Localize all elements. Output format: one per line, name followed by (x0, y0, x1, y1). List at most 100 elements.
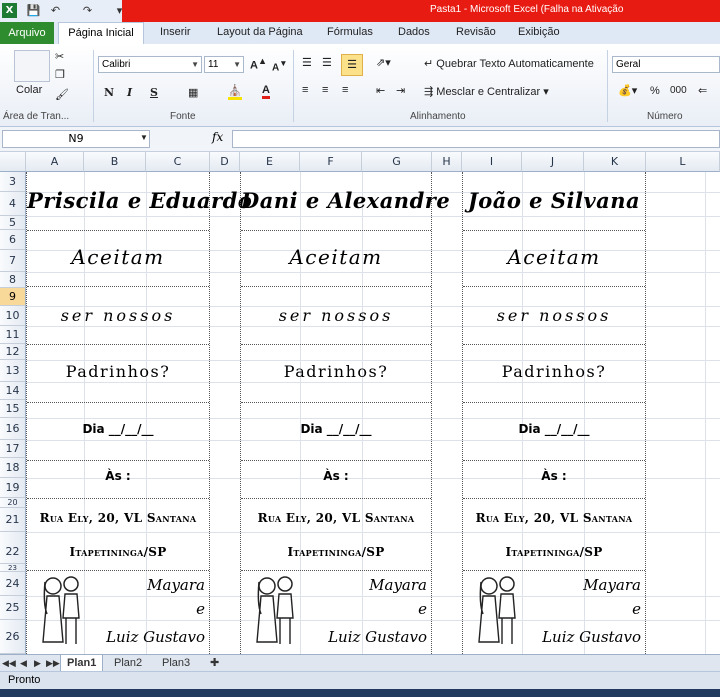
grow-font-icon[interactable]: A▲ (250, 56, 267, 72)
row-header[interactable]: 22 (0, 532, 26, 564)
row-header[interactable]: 4 (0, 192, 26, 216)
orientation-icon[interactable]: ⇗▾ (376, 56, 391, 69)
group-label-font: Fonte (170, 111, 196, 122)
increase-decimal-icon[interactable]: ⇐ (698, 84, 707, 97)
row-header[interactable]: 11 (0, 326, 26, 344)
column-header-l[interactable]: L (646, 152, 720, 172)
font-name-select[interactable]: Calibri ▼ (98, 56, 202, 73)
font-size-value: 11 (208, 59, 219, 70)
column-header-e[interactable]: E (240, 152, 300, 172)
number-format-select[interactable]: Geral (612, 56, 720, 73)
merge-center-button[interactable]: ⇶ Mesclar e Centralizar ▾ (424, 85, 549, 98)
spreadsheet-grid[interactable]: A B C D E F G H I J K L 3 4 5 6 7 8 9 10… (0, 152, 720, 654)
increase-indent-icon[interactable]: ⇥ (396, 84, 405, 97)
borders-icon[interactable]: ▦ (188, 86, 198, 99)
prev-sheet-icon[interactable]: ◀ (18, 655, 29, 671)
redo-icon[interactable]: ↷ (80, 3, 95, 18)
row-header[interactable]: 23 (0, 564, 26, 572)
row-header[interactable]: 24 (0, 572, 26, 596)
row-header[interactable]: 3 (0, 172, 26, 192)
row-header[interactable]: 8 (0, 272, 26, 288)
italic-button[interactable]: I (127, 86, 132, 99)
font-color-icon[interactable]: A (262, 84, 270, 99)
column-header-f[interactable]: F (300, 152, 362, 172)
invitation-card[interactable]: Dani e Alexandre Aceitam ser nossos Padr… (240, 172, 450, 654)
row-header[interactable]: 10 (0, 306, 26, 326)
paste-icon[interactable] (14, 50, 50, 82)
column-header-j[interactable]: J (522, 152, 584, 172)
save-icon[interactable]: 💾 (26, 3, 41, 18)
align-right-icon[interactable]: ≡ (342, 84, 348, 96)
sheet-tab-plan2[interactable]: Plan2 (108, 655, 148, 671)
invite-time: Às : (541, 469, 567, 483)
invitation-card[interactable]: Priscila e Eduardo Aceitam ser nossos Pa… (26, 172, 252, 654)
align-bottom-icon[interactable]: ☰ (341, 54, 363, 76)
row-header[interactable]: 14 (0, 382, 26, 400)
column-header-d[interactable]: D (210, 152, 240, 172)
insert-sheet-icon[interactable]: ✚ (204, 655, 225, 671)
column-header-b[interactable]: B (84, 152, 146, 172)
invitation-card[interactable]: João e Silvana Aceitam ser nossos Padrin… (462, 172, 646, 654)
currency-icon[interactable]: 💰▾ (618, 84, 637, 97)
first-sheet-icon[interactable]: ◀◀ (0, 655, 18, 671)
decrease-indent-icon[interactable]: ⇤ (376, 84, 385, 97)
wrap-text-button[interactable]: ↵ Quebrar Texto Automaticamente (424, 57, 594, 70)
bold-button[interactable]: N (104, 86, 114, 99)
font-size-select[interactable]: 11 ▼ (204, 56, 244, 73)
tab-dados[interactable]: Dados (398, 26, 430, 38)
couple-illustration (256, 576, 294, 644)
row-header[interactable]: 21 (0, 508, 26, 532)
row-header[interactable]: 15 (0, 400, 26, 418)
column-header-k[interactable]: K (584, 152, 646, 172)
row-header[interactable]: 17 (0, 440, 26, 458)
copy-icon[interactable]: ❐ (55, 68, 65, 81)
tab-inserir[interactable]: Inserir (160, 26, 191, 38)
chevron-down-icon[interactable]: ▼ (140, 133, 148, 142)
window-title: Pasta1 - Microsoft Excel (Falha na Ativa… (430, 4, 624, 15)
align-left-icon[interactable]: ≡ (302, 84, 308, 96)
percent-button[interactable]: % (650, 85, 660, 97)
format-painter-icon[interactable]: 🖌 (55, 88, 69, 101)
thousands-button[interactable]: 000 (670, 85, 687, 96)
paste-button[interactable]: Colar (16, 84, 42, 96)
row-header[interactable]: 12 (0, 344, 26, 360)
cut-icon[interactable]: ✂ (55, 50, 64, 63)
row-header[interactable]: 16 (0, 418, 26, 440)
row-header[interactable]: 19 (0, 478, 26, 498)
sheet-tab-plan1[interactable]: Plan1 (60, 655, 104, 672)
row-header[interactable]: 5 (0, 216, 26, 230)
align-middle-icon[interactable]: ☰ (322, 56, 332, 69)
fill-color-icon[interactable]: ⛪ (228, 84, 242, 100)
name-box[interactable]: N9 (2, 130, 150, 148)
row-header-selected[interactable]: 9 (0, 288, 26, 306)
row-header[interactable]: 26 (0, 620, 26, 654)
row-header[interactable]: 6 (0, 230, 26, 250)
align-center-icon[interactable]: ≡ (322, 84, 328, 96)
underline-button[interactable]: S (150, 86, 158, 99)
tab-exibicao[interactable]: Exibição (518, 26, 560, 38)
column-header-g[interactable]: G (362, 152, 432, 172)
column-header-a[interactable]: A (26, 152, 84, 172)
shrink-font-icon[interactable]: A▼ (272, 58, 287, 73)
formula-input[interactable] (232, 130, 720, 148)
align-top-icon[interactable]: ☰ (302, 56, 312, 69)
sheet-tab-plan3[interactable]: Plan3 (156, 655, 196, 671)
undo-icon[interactable]: ↶ (48, 3, 63, 18)
insert-function-button[interactable]: fx (212, 130, 223, 144)
column-header-h[interactable]: H (432, 152, 462, 172)
row-header[interactable]: 7 (0, 250, 26, 272)
tab-arquivo[interactable]: Arquivo (0, 22, 54, 44)
tab-revisao[interactable]: Revisão (456, 26, 496, 38)
next-sheet-icon[interactable]: ▶ (32, 655, 43, 671)
column-header-c[interactable]: C (146, 152, 210, 172)
tab-pagina-inicial[interactable]: Página Inicial (58, 22, 144, 45)
select-all-corner[interactable] (0, 152, 26, 172)
row-header[interactable]: 20 (0, 498, 26, 508)
row-header[interactable]: 25 (0, 596, 26, 620)
row-header[interactable]: 18 (0, 458, 26, 478)
row-header[interactable]: 13 (0, 360, 26, 382)
tab-layout-da-pagina[interactable]: Layout da Página (217, 26, 303, 38)
card-divider (241, 344, 431, 345)
column-header-i[interactable]: I (462, 152, 522, 172)
tab-formulas[interactable]: Fórmulas (327, 26, 373, 38)
